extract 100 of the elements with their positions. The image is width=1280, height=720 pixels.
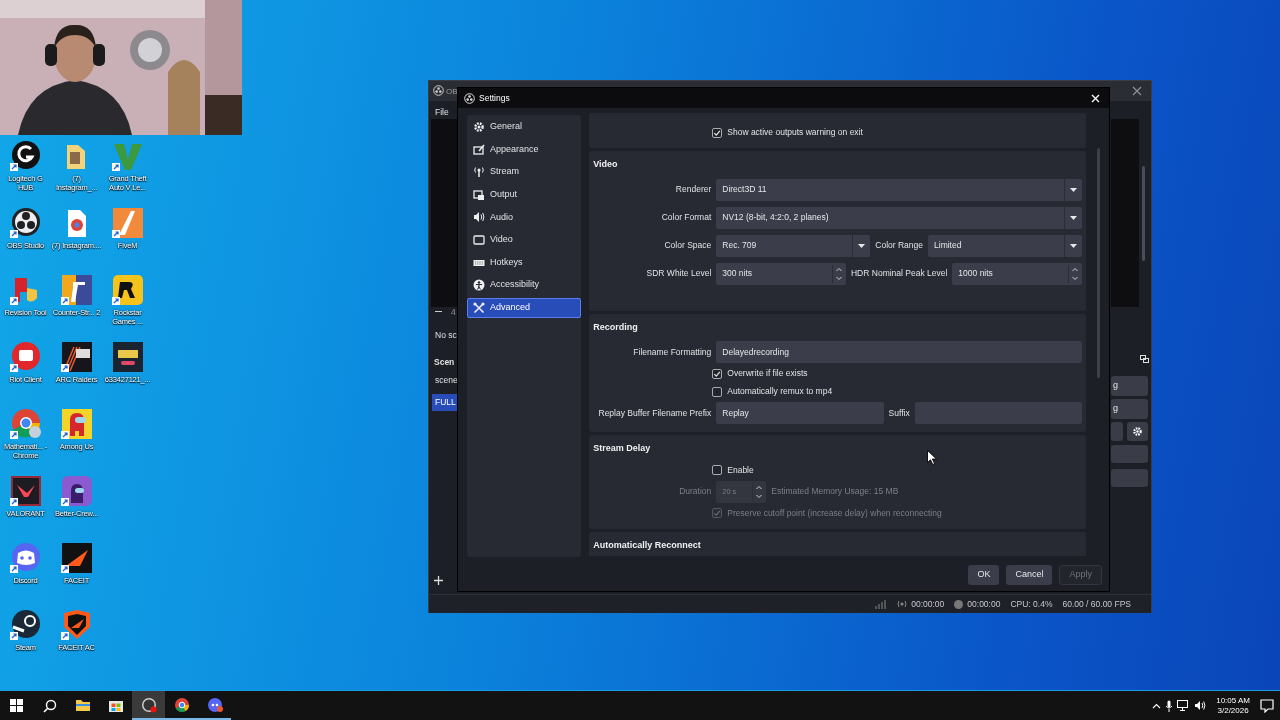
- sidebar-item[interactable]: Audio: [467, 207, 582, 228]
- dialog-button[interactable]: Cancel: [1006, 565, 1053, 585]
- checkbox-label: Enable: [727, 463, 754, 477]
- spin-box[interactable]: 1000 nits: [952, 262, 1083, 285]
- field-label: Filename Formatting: [632, 345, 712, 359]
- app-icon: [140, 696, 157, 713]
- caret-icon: [858, 243, 866, 248]
- windows-logo-icon[interactable]: [10, 699, 23, 712]
- dropdown[interactable]: NV12 (8-bit, 4:2:0, 2 planes): [716, 206, 1083, 229]
- checkbox-label: Overwrite if file exists: [727, 367, 808, 380]
- image-icon[interactable]: [110, 341, 145, 373]
- checkbox-label: Automatically remux to mp4: [727, 385, 833, 398]
- field-label: Color Space: [663, 239, 712, 252]
- control-button[interactable]: g: [1111, 399, 1148, 419]
- scene-item[interactable]: scene: [435, 374, 458, 387]
- app-icon[interactable]: [110, 274, 145, 306]
- app-icon[interactable]: [59, 475, 94, 507]
- browser-icon: [173, 696, 190, 713]
- caret-icon: [1070, 215, 1078, 220]
- gear-icon: [473, 121, 485, 133]
- field-label: Renderer: [674, 183, 712, 196]
- field-label: Duration: [678, 485, 712, 498]
- section-heading: Automatically Reconnect: [593, 538, 702, 552]
- control-button[interactable]: g: [1111, 376, 1148, 396]
- sidebar-item[interactable]: Appearance: [467, 139, 582, 160]
- tools-icon: [473, 301, 485, 314]
- field-label: Replay Buffer Filename Prefix: [597, 406, 712, 420]
- screen-brush-icon: [473, 143, 485, 156]
- text-field[interactable]: Replay: [716, 402, 884, 424]
- record-time: 00:00:00: [967, 597, 1001, 611]
- undock-icon[interactable]: [1140, 355, 1149, 363]
- checkbox-label: Show active outputs warning on exit: [727, 126, 863, 139]
- dropdown[interactable]: Rec. 709: [716, 234, 871, 257]
- app-icon[interactable]: [8, 475, 43, 507]
- field-label: Suffix: [888, 406, 910, 420]
- monitor-icon: [473, 233, 485, 246]
- plus-icon[interactable]: [434, 576, 443, 585]
- zoom-value: 4: [451, 306, 456, 319]
- sidebar-item[interactable]: General: [467, 117, 582, 137]
- window-title: Settings: [479, 91, 510, 105]
- section-heading: Stream Delay: [593, 442, 652, 455]
- preview-note: No sc: [435, 329, 457, 342]
- app-icon[interactable]: [8, 207, 43, 239]
- clock-date[interactable]: 3/2/2026: [1217, 705, 1249, 716]
- taskbar-button[interactable]: [132, 691, 165, 720]
- field-label: Color Format: [660, 211, 712, 224]
- sidebar-item[interactable]: Accessibility: [467, 275, 582, 296]
- notification-icon[interactable]: [1260, 698, 1274, 713]
- fps-reading: 60.00 / 60.00 FPS: [1062, 597, 1131, 611]
- window-title: OB: [446, 86, 458, 98]
- scene-item[interactable]: FULL: [432, 394, 458, 411]
- network-icon[interactable]: [1177, 700, 1191, 711]
- field-label: SDR White Level: [645, 267, 712, 280]
- sidebar-item[interactable]: Hotkeys: [467, 252, 582, 273]
- checkbox-label: Preserve cutoff point (increase delay) when reconnecting: [727, 506, 942, 520]
- sidebar-item[interactable]: Advanced: [467, 297, 582, 318]
- clock-time[interactable]: 10:05 AM: [1216, 695, 1250, 706]
- dropdown[interactable]: Limited: [928, 234, 1083, 257]
- record-icon: [954, 599, 964, 609]
- app-icon[interactable]: [59, 274, 94, 306]
- microphone-icon[interactable]: [1165, 699, 1174, 712]
- text-field[interactable]: Delayedrecording: [716, 341, 1083, 363]
- section-heading: Recording: [593, 320, 639, 334]
- app-logo-icon: [433, 85, 444, 96]
- volume-icon[interactable]: [1194, 700, 1207, 711]
- person-icon: [473, 279, 485, 292]
- checkbox[interactable]: [712, 368, 723, 379]
- signal-icon: [875, 599, 888, 609]
- spin-box[interactable]: 300 nits: [716, 262, 846, 285]
- dropdown[interactable]: Direct3D 11: [716, 178, 1083, 201]
- checkbox[interactable]: [712, 127, 723, 138]
- cursor-icon: [927, 450, 937, 465]
- sidebar-item[interactable]: Stream: [467, 162, 582, 183]
- field-label: Color Range: [875, 239, 924, 252]
- app-icon[interactable]: [8, 140, 43, 172]
- app-icon: [206, 696, 223, 713]
- broadcast-icon: [897, 600, 908, 608]
- caret-icon: [1070, 187, 1078, 192]
- caret-icon: [1070, 243, 1078, 248]
- search-icon[interactable]: [42, 698, 57, 713]
- screens-icon: [473, 188, 485, 201]
- antenna-icon: [473, 166, 485, 179]
- menu-item[interactable]: File: [435, 106, 449, 119]
- info-text: Estimated Memory Usage: 15 MB: [771, 485, 899, 498]
- app-icon[interactable]: [59, 341, 94, 373]
- minus-icon[interactable]: [435, 308, 442, 315]
- sidebar-item[interactable]: Output: [467, 184, 582, 205]
- chevron-up-icon[interactable]: [1152, 702, 1162, 709]
- app-icon[interactable]: [8, 609, 43, 641]
- checkbox[interactable]: [712, 465, 723, 475]
- app-icon[interactable]: [59, 542, 94, 574]
- stream-time: 00:00:00: [911, 597, 945, 611]
- settings-button[interactable]: [1127, 422, 1148, 441]
- cpu-usage: CPU: 0.4%: [1010, 597, 1053, 611]
- field-label: HDR Nominal Peak Level: [851, 267, 948, 280]
- dock-title: Scen: [434, 356, 455, 369]
- checkbox[interactable]: [712, 386, 723, 397]
- dialog-button[interactable]: OK: [968, 565, 1000, 585]
- sidebar-item[interactable]: Video: [467, 229, 582, 250]
- app-logo-icon: [464, 92, 475, 104]
